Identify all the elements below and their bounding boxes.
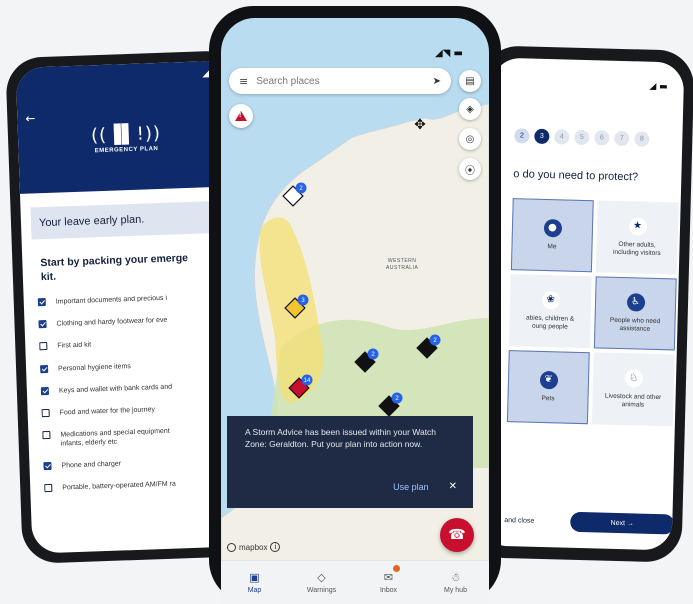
child-icon: ❀: [541, 290, 560, 309]
checklist-item-label: Keys and wallet with bank cards and: [58, 383, 173, 395]
location-arrow-icon[interactable]: ➤: [433, 76, 441, 87]
my-hub-icon: ☃: [450, 571, 461, 584]
map-region-label: WESTERN AUSTRALIA: [386, 258, 418, 271]
map-icon: ▣: [249, 571, 260, 584]
step-indicator: 2345678: [514, 128, 650, 147]
protect-option-tile[interactable]: ♿ People who need assistance: [593, 276, 677, 351]
step-2: 2: [514, 128, 530, 144]
next-button[interactable]: Next →: [570, 511, 675, 535]
toast-actions: Use plan ✕: [393, 481, 457, 492]
step-3: 3: [534, 128, 550, 145]
mapbox-logo-text: mapbox: [239, 542, 268, 552]
back-arrow-icon[interactable]: ←: [25, 111, 36, 125]
protect-option-label: abies, children & oung people: [526, 314, 575, 331]
checkbox-unchecked[interactable]: [39, 342, 48, 351]
protect-option-tile[interactable]: ● Me: [510, 198, 594, 273]
protect-question: o do you need to protect?: [513, 168, 639, 184]
warning-alert-button[interactable]: [229, 104, 253, 128]
protect-phone: ◢ ▬ 2345678 o do you need to protect? ● M…: [469, 45, 693, 563]
calendar-fab-icon[interactable]: ▤: [459, 70, 481, 92]
leave-early-plan-banner: Your leave early plan.: [30, 200, 228, 240]
bottom-tab-bar: ▣ Map ◇ Warnings ✉ Inbox ☃ My hub: [221, 560, 489, 604]
checklist-item-label: Portable, battery-operated AM/FM ra: [62, 480, 176, 492]
packing-heading: Start by packing your emerge kit.: [40, 251, 229, 285]
checkbox-checked[interactable]: [38, 320, 47, 329]
status-bar-icons: ◢ ▬: [649, 81, 668, 93]
checklist-item-label: Clothing and hardy footwear for eve: [56, 317, 168, 329]
search-bar[interactable]: ≡ Search places ➤: [229, 68, 451, 94]
checkbox-checked[interactable]: [43, 461, 52, 471]
protect-option-label: People who need assistance: [609, 316, 661, 333]
storm-advice-toast: A Storm Advice has been issued within yo…: [227, 416, 473, 508]
step-6: 6: [594, 130, 610, 146]
checklist-item-label: Phone and charger: [61, 460, 122, 470]
toast-message: A Storm Advice has been issued within yo…: [245, 427, 437, 450]
compass-icon[interactable]: ✥: [409, 114, 431, 136]
checklist-item-label: First aid kit: [57, 341, 92, 351]
checklist-item-label: Important documents and precious i: [55, 295, 168, 306]
mapbox-attribution: mapbox i: [227, 542, 281, 552]
assistance-icon: ♿: [626, 292, 645, 312]
map-phone: 2314222 ◢◥ ▬ ≡ Search places ➤ ▤ ◈ ◎ ⦿ ✥…: [209, 6, 501, 604]
tab-warnings[interactable]: ◇ Warnings: [288, 561, 355, 604]
livestock-icon: ♘: [624, 368, 643, 388]
protect-option-tile[interactable]: ❦ Pets: [506, 350, 590, 425]
target-fab-icon[interactable]: ◎: [459, 128, 481, 150]
tab-label: Inbox: [379, 587, 398, 594]
emergency-plan-logo: ((▐▌!)) EMERGENCY PLAN: [18, 120, 235, 157]
checkbox-unchecked[interactable]: [44, 484, 53, 493]
step-5: 5: [574, 129, 590, 146]
checkbox-unchecked[interactable]: [42, 430, 51, 440]
protect-option-label: Me: [547, 242, 557, 251]
step-8: 8: [634, 131, 650, 147]
save-and-close-link[interactable]: and close: [504, 517, 534, 525]
protect-option-label: Livestock and other animals: [604, 392, 662, 409]
status-bar-icons: ◢◥ ▬: [434, 48, 463, 59]
locate-me-fab-icon[interactable]: ⦿: [459, 158, 481, 180]
map-screen: 2314222 ◢◥ ▬ ≡ Search places ➤ ▤ ◈ ◎ ⦿ ✥…: [221, 18, 489, 604]
step-7: 7: [614, 130, 630, 147]
tab-label: My hub: [444, 587, 467, 594]
group-icon: ★: [628, 216, 647, 236]
use-plan-button[interactable]: Use plan: [393, 482, 429, 492]
step-4: 4: [554, 129, 570, 145]
notification-badge: [393, 565, 400, 572]
checklist-item-label: Food and water for the journey: [59, 406, 156, 417]
protect-options-grid: ● Me ★ Other adults, including visitors ❀ abi…: [506, 198, 679, 427]
checkbox-checked[interactable]: [40, 386, 50, 395]
phone-call-icon[interactable]: ☎: [440, 518, 474, 552]
checklist-item-label: Medications and special equipment infant…: [60, 427, 170, 448]
person-icon: ●: [543, 218, 562, 238]
checkbox-checked[interactable]: [39, 364, 49, 373]
checklist-item-label: Personal hygiene items: [57, 362, 131, 373]
protect-option-tile[interactable]: ★ Other adults, including visitors: [595, 200, 679, 275]
warnings-icon: ◇: [317, 571, 326, 584]
protect-option-label: Pets: [541, 394, 555, 403]
mapbox-logo-icon: [227, 542, 236, 552]
inbox-icon: ✉: [383, 571, 394, 584]
incident-count: 14: [304, 378, 311, 384]
tab-my-hub[interactable]: ☃ My hub: [422, 561, 489, 604]
protect-option-tile[interactable]: ❀ abies, children & oung people: [508, 274, 592, 349]
protect-screen: ◢ ▬ 2345678 o do you need to protect? ● M…: [479, 57, 685, 551]
pet-icon: ❦: [539, 370, 558, 390]
map-canvas[interactable]: 2314222: [221, 18, 489, 604]
map-region-label-text: WESTERN AUSTRALIA: [386, 258, 419, 271]
warning-triangle-icon: [235, 111, 247, 121]
protect-option-tile[interactable]: ♘ Livestock and other animals: [591, 352, 675, 427]
tab-map[interactable]: ▣ Map: [221, 561, 288, 604]
menu-icon[interactable]: ≡: [239, 75, 248, 88]
emergency-plan-header: ◢ ◔ ← ((▐▌!)) EMERGENCY PLAN: [15, 60, 236, 194]
tab-label: Map: [247, 587, 262, 594]
protect-option-label: Other adults, including visitors: [612, 240, 661, 258]
close-icon[interactable]: ✕: [449, 481, 457, 492]
search-input[interactable]: Search places: [256, 76, 432, 87]
checkbox-checked[interactable]: [37, 298, 46, 307]
tab-label: Warnings: [306, 587, 337, 594]
tab-inbox[interactable]: ✉ Inbox: [355, 561, 422, 604]
protect-footer: and close Next →: [504, 510, 675, 535]
checkbox-unchecked[interactable]: [41, 408, 50, 417]
layers-fab-icon[interactable]: ◈: [459, 98, 481, 120]
info-icon[interactable]: i: [270, 542, 281, 552]
